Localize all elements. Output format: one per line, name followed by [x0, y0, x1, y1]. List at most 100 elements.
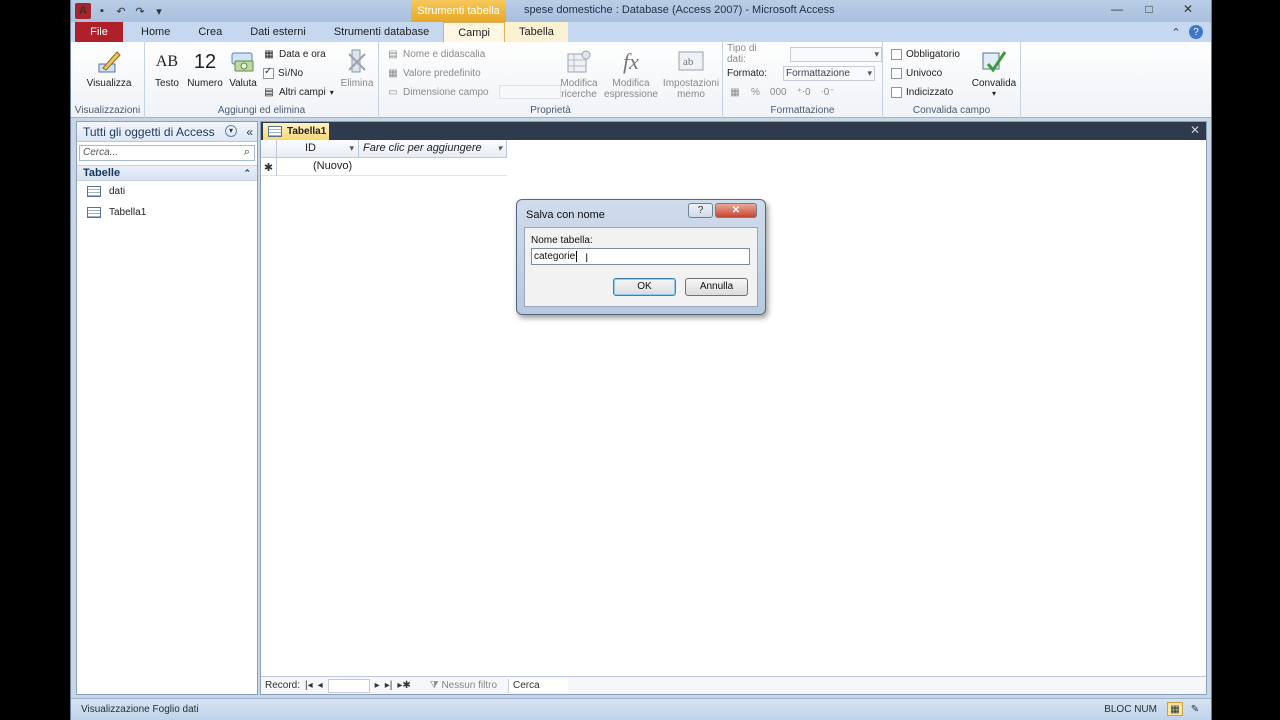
field-size-input[interactable]: [498, 85, 561, 99]
memo-settings-button[interactable]: ab Impostazioni memo: [661, 46, 721, 100]
tab-strumenti-database[interactable]: Strumenti database: [320, 22, 443, 42]
new-record-nav-icon[interactable]: ▸✱: [397, 680, 410, 691]
design-view-icon[interactable]: ✎: [1187, 702, 1203, 716]
increase-decimals-icon[interactable]: ⁺⋅0: [797, 87, 811, 98]
default-value-label: Valore predefinito: [403, 67, 481, 79]
modify-expression-button[interactable]: fx Modifica espressione: [603, 46, 659, 100]
datatype-label: Tipo di dati:: [727, 43, 757, 65]
add-column-cell[interactable]: [359, 158, 507, 175]
tab-campi[interactable]: Campi: [443, 22, 506, 42]
first-record-icon[interactable]: |◂: [305, 680, 313, 691]
group-aggiungi-elimina: AB Testo 12 Numero Valuta ▦ Data e ora S…: [145, 42, 379, 118]
add-datetime-button[interactable]: ▦ Data e ora: [263, 46, 326, 62]
id-cell[interactable]: (Nuovo): [277, 158, 359, 175]
collapse-nav-icon[interactable]: «: [246, 122, 253, 142]
memo-icon: ab: [661, 46, 721, 78]
last-record-icon[interactable]: ▸|: [385, 680, 393, 691]
checkbox-icon: [891, 86, 902, 98]
nav-item-tabella1[interactable]: Tabella1: [77, 202, 257, 223]
quick-access-toolbar: A ▪ ↶ ↷ ▾: [75, 3, 167, 19]
help-icon[interactable]: ?: [1189, 25, 1203, 39]
filter-status[interactable]: ⧩ Nessun filtro: [430, 680, 497, 691]
view-button[interactable]: Visualizza: [85, 46, 133, 89]
validation-button[interactable]: Convalida ▾: [969, 46, 1019, 98]
tab-home[interactable]: Home: [127, 22, 184, 42]
datasheet-header: ID ▾ Fare clic per aggiungere ▾: [261, 140, 507, 158]
table-name-value: categorie: [534, 251, 576, 262]
maximize-button[interactable]: □: [1133, 0, 1165, 18]
filter-label: Nessun filtro: [441, 680, 498, 691]
add-yesno-button[interactable]: Sì/No: [263, 65, 303, 81]
chevron-down-icon[interactable]: ▾: [497, 140, 502, 157]
add-currency-button[interactable]: Valuta: [227, 46, 259, 89]
table-name-input[interactable]: categorie I: [531, 248, 750, 265]
close-document-icon[interactable]: ✕: [1190, 123, 1200, 137]
nav-search-input[interactable]: Cerca... ⌕: [79, 145, 255, 161]
more-fields-button[interactable]: ▤ Altri campi ▾: [263, 84, 333, 100]
table-icon: [268, 126, 282, 137]
select-all-cell[interactable]: [261, 140, 277, 158]
ibeam-cursor-icon: I: [585, 251, 589, 265]
default-value-button[interactable]: ▦ Valore predefinito: [387, 65, 481, 81]
new-record-icon: ✱: [261, 158, 277, 176]
status-bar: Visualizzazione Foglio dati BLOC NUM ▦ ✎: [71, 698, 1211, 720]
minimize-button[interactable]: —: [1101, 0, 1133, 18]
title-bar: A ▪ ↶ ↷ ▾ Strumenti tabella spese domest…: [71, 0, 1211, 22]
datetime-label: Data e ora: [279, 48, 326, 60]
document-tab-tabella1[interactable]: Tabella1: [263, 123, 329, 140]
record-number-input[interactable]: [327, 678, 370, 693]
undo-icon[interactable]: ↶: [113, 3, 129, 19]
minimize-ribbon-icon[interactable]: ⌃: [1169, 25, 1183, 39]
access-logo-icon[interactable]: A: [75, 3, 91, 19]
field-size-label: Dimensione campo: [403, 86, 489, 98]
add-number-button[interactable]: 12 Numero: [185, 46, 225, 90]
currency-icon: [227, 46, 259, 78]
datasheet-view-icon[interactable]: ▦: [1167, 702, 1183, 716]
prev-record-icon[interactable]: ◂: [318, 680, 323, 691]
column-header-add[interactable]: Fare clic per aggiungere ▾: [359, 140, 507, 157]
format-select[interactable]: Formattazione: [783, 65, 876, 81]
add-text-button[interactable]: AB Testo: [151, 46, 183, 89]
cancel-button[interactable]: Annulla: [685, 278, 748, 296]
ribbon: Visualizza Visualizzazioni AB Testo 12 N…: [71, 42, 1211, 118]
redo-icon[interactable]: ↷: [132, 3, 148, 19]
unique-checkbox[interactable]: Univoco: [891, 65, 942, 81]
table-row-new[interactable]: ✱ (Nuovo): [261, 158, 507, 176]
datatype-select[interactable]: [790, 46, 882, 62]
percent-button[interactable]: %: [751, 87, 760, 98]
next-record-icon[interactable]: ▸: [375, 680, 380, 691]
dialog-close-button[interactable]: ✕: [715, 203, 757, 218]
name-caption-label: Nome e didascalia: [403, 48, 486, 60]
checkbox-icon: [891, 48, 902, 60]
nav-group-tables[interactable]: Tabelle ⌃: [77, 165, 257, 181]
close-button[interactable]: ✕: [1165, 0, 1211, 18]
nav-options-icon[interactable]: ▾: [225, 125, 237, 137]
nav-item-dati[interactable]: dati: [77, 181, 257, 202]
default-value-icon: ▦: [388, 67, 398, 79]
tab-file[interactable]: File: [75, 22, 123, 42]
group-label: Convalida campo: [912, 105, 991, 116]
tab-dati-esterni[interactable]: Dati esterni: [236, 22, 320, 42]
tab-tabella[interactable]: Tabella: [505, 22, 568, 42]
dialog-help-button[interactable]: ?: [688, 203, 713, 218]
decrease-decimals-icon[interactable]: ⋅0⁻: [821, 87, 835, 98]
tab-crea[interactable]: Crea: [184, 22, 236, 42]
lookup-icon: [555, 46, 603, 78]
search-icon[interactable]: ⌕: [239, 145, 255, 161]
ok-button[interactable]: OK: [613, 278, 676, 296]
nav-pane-header[interactable]: Tutti gli oggetti di Access ▾ «: [77, 122, 257, 142]
name-caption-button[interactable]: ▤ Nome e didascalia: [387, 46, 485, 62]
record-search-input[interactable]: Cerca: [508, 678, 569, 693]
indexed-checkbox[interactable]: Indicizzato: [891, 84, 953, 100]
required-checkbox[interactable]: Obbligatorio: [891, 46, 960, 62]
delete-field-button[interactable]: Elimina: [339, 46, 375, 89]
thousands-button[interactable]: 000: [770, 87, 787, 98]
access-window: A ▪ ↶ ↷ ▾ Strumenti tabella spese domest…: [70, 0, 1212, 720]
column-header-id[interactable]: ID ▾: [277, 140, 359, 157]
chevron-down-icon[interactable]: ▾: [349, 140, 354, 157]
modify-lookups-button[interactable]: Modifica ricerche: [555, 46, 603, 100]
status-numlock: BLOC NUM: [1104, 704, 1157, 715]
save-icon[interactable]: ▪: [94, 3, 110, 19]
currency-format-icon[interactable]: ▦: [729, 86, 741, 98]
customize-qat-icon[interactable]: ▾: [151, 3, 167, 19]
